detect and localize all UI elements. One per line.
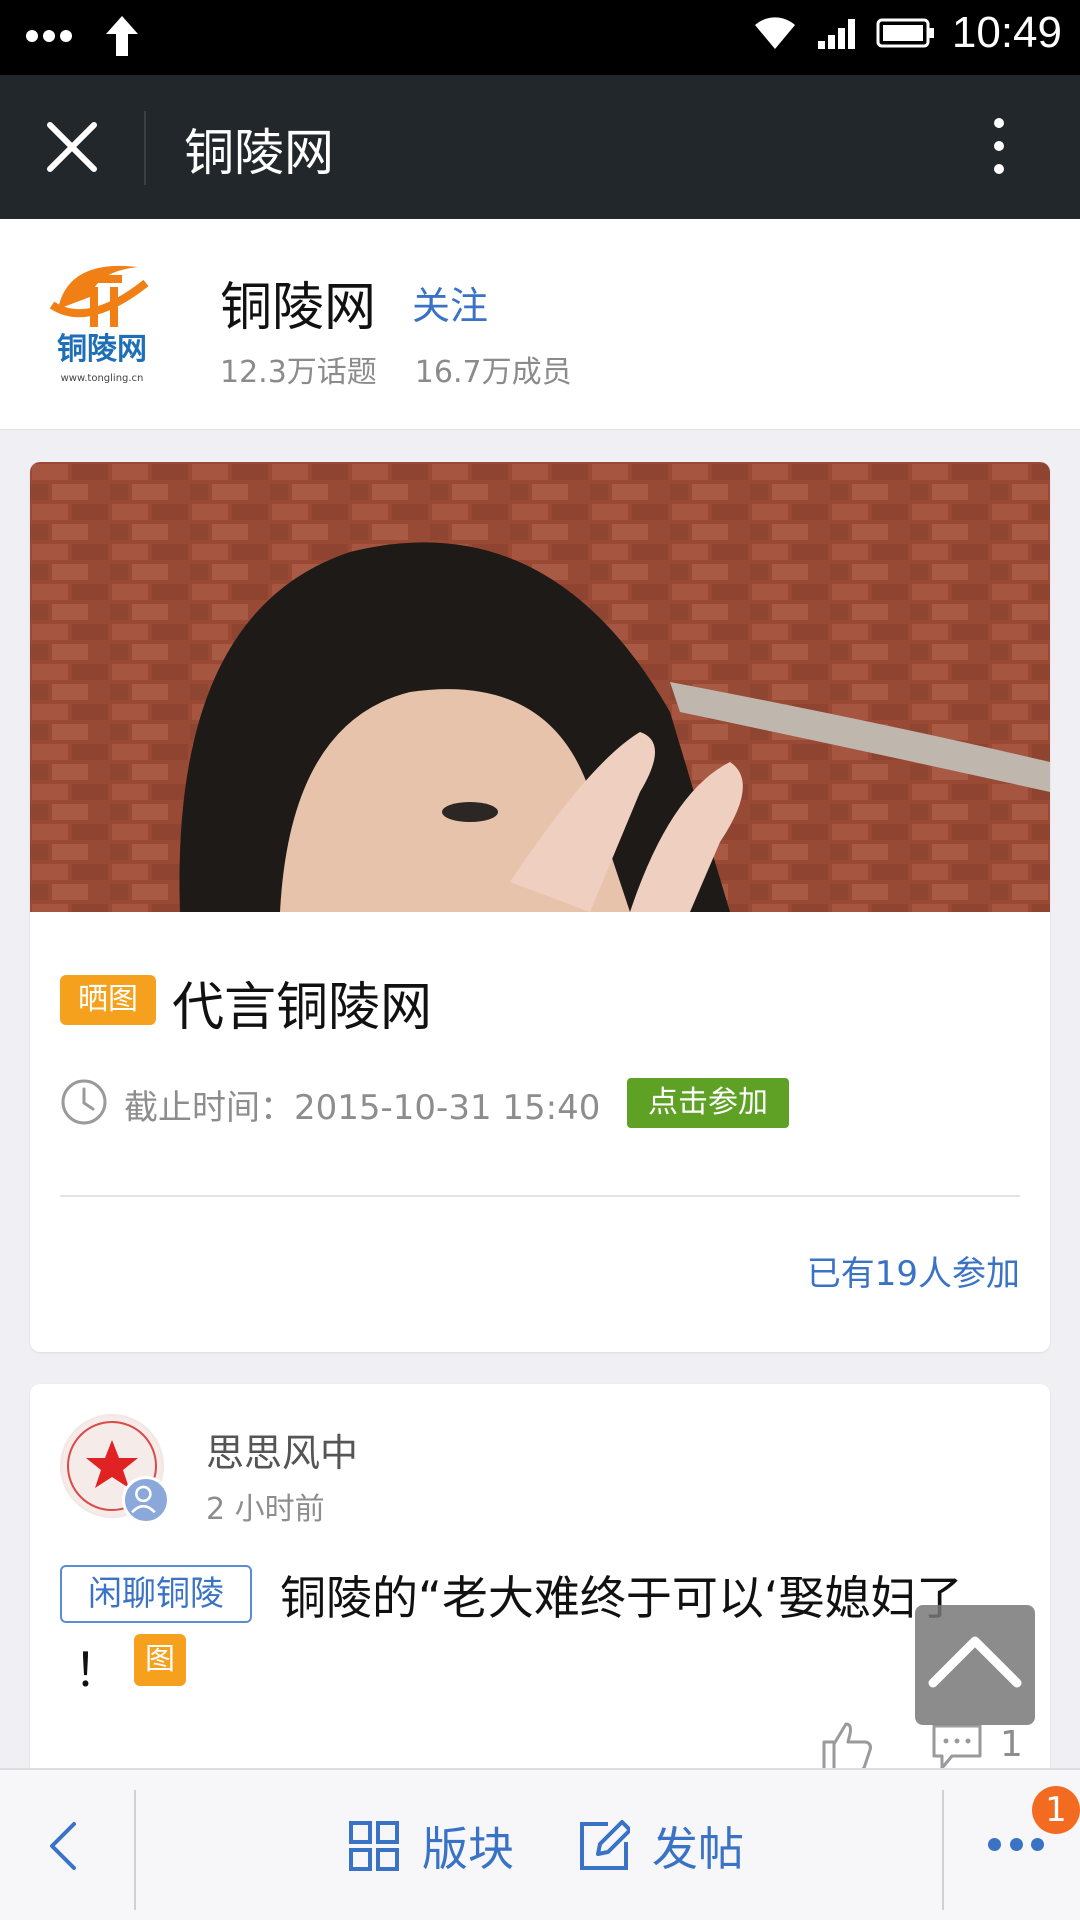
- battery-icon: [876, 18, 934, 48]
- event-title[interactable]: 代言铜陵网: [172, 965, 432, 1040]
- comment-count: 1: [1000, 1724, 1023, 1765]
- status-time: 10:49: [951, 8, 1062, 57]
- close-icon[interactable]: [36, 111, 108, 183]
- forum-logo[interactable]: 铜陵网 www.tongling.cn: [28, 249, 176, 397]
- svg-text:铜陵网: 铜陵网: [57, 332, 147, 367]
- clock-icon: [61, 1079, 107, 1125]
- image-tag: 图: [134, 1634, 186, 1686]
- participants-link[interactable]: 已有19人参加: [807, 1246, 1020, 1295]
- toolbar-divider: [134, 1790, 136, 1910]
- back-to-top-button[interactable]: [915, 1605, 1035, 1725]
- signal-icon: [817, 19, 855, 49]
- boards-label: 版块: [422, 1822, 514, 1876]
- forum-header: 铜陵网 www.tongling.cn 铜陵网 关注 12.3万话题 16.7万…: [0, 219, 1080, 430]
- follow-button[interactable]: 关注: [412, 275, 488, 330]
- forum-stats: 12.3万话题 16.7万成员: [220, 347, 572, 391]
- top-nav-bar: 铜陵网: [0, 75, 1080, 219]
- notification-badge: 1: [1032, 1786, 1080, 1834]
- event-banner-image[interactable]: [30, 462, 1050, 912]
- post-author[interactable]: 思思风中: [206, 1422, 358, 1477]
- new-post-button[interactable]: 发帖: [578, 1814, 744, 1878]
- forum-logo-image: 铜陵网 www.tongling.cn: [49, 265, 149, 384]
- more-menu-icon[interactable]: [988, 1832, 1044, 1856]
- join-event-button[interactable]: 点击参加: [627, 1078, 789, 1128]
- topics-count: 12.3万话题: [220, 355, 377, 390]
- event-tag: 晒图: [60, 975, 156, 1025]
- divider: [60, 1195, 1020, 1197]
- new-post-label: 发帖: [652, 1822, 744, 1876]
- event-card[interactable]: 晒图 代言铜陵网 截止时间：2015-10-31 15:40 点击参加 已有19…: [30, 462, 1050, 1352]
- wifi-icon: [754, 17, 795, 49]
- nav-divider: [144, 111, 146, 185]
- svg-text:www.tongling.cn: www.tongling.cn: [61, 373, 144, 384]
- user-icon: [122, 1476, 170, 1524]
- toolbar-divider: [942, 1790, 944, 1910]
- board-tag[interactable]: 闲聊铜陵: [60, 1565, 252, 1623]
- thumbs-up-icon[interactable]: [818, 1718, 874, 1774]
- page-title: 铜陵网: [184, 124, 334, 182]
- more-dots-icon: [26, 30, 72, 42]
- bottom-toolbar: 版块 发帖 1: [0, 1768, 1080, 1920]
- chevron-up-icon: [928, 1636, 1022, 1688]
- boards-button[interactable]: 版块: [348, 1814, 514, 1878]
- back-arrow-icon[interactable]: [40, 1818, 88, 1874]
- forum-name: 铜陵网: [220, 278, 377, 338]
- upload-arrow-icon: [106, 16, 138, 56]
- vertical-dots-icon[interactable]: [974, 105, 1024, 189]
- comment-icon[interactable]: [930, 1722, 984, 1772]
- grid-icon: [349, 1821, 399, 1871]
- status-bar: 10:49: [0, 0, 1080, 75]
- post-title[interactable]: 铜陵的“老大难终于可以‘娶媳妇了: [280, 1562, 1020, 1628]
- members-count: 16.7万成员: [414, 355, 572, 390]
- post-time: 2 小时前: [206, 1492, 325, 1527]
- event-deadline: 截止时间：2015-10-31 15:40: [124, 1088, 601, 1128]
- edit-icon: [580, 1820, 630, 1870]
- post-card[interactable]: 思思风中 2 小时前 闲聊铜陵 铜陵的“老大难终于可以‘娶媳妇了 ！ 图 1: [30, 1384, 1050, 1784]
- post-title-continued[interactable]: ！: [74, 1634, 120, 1700]
